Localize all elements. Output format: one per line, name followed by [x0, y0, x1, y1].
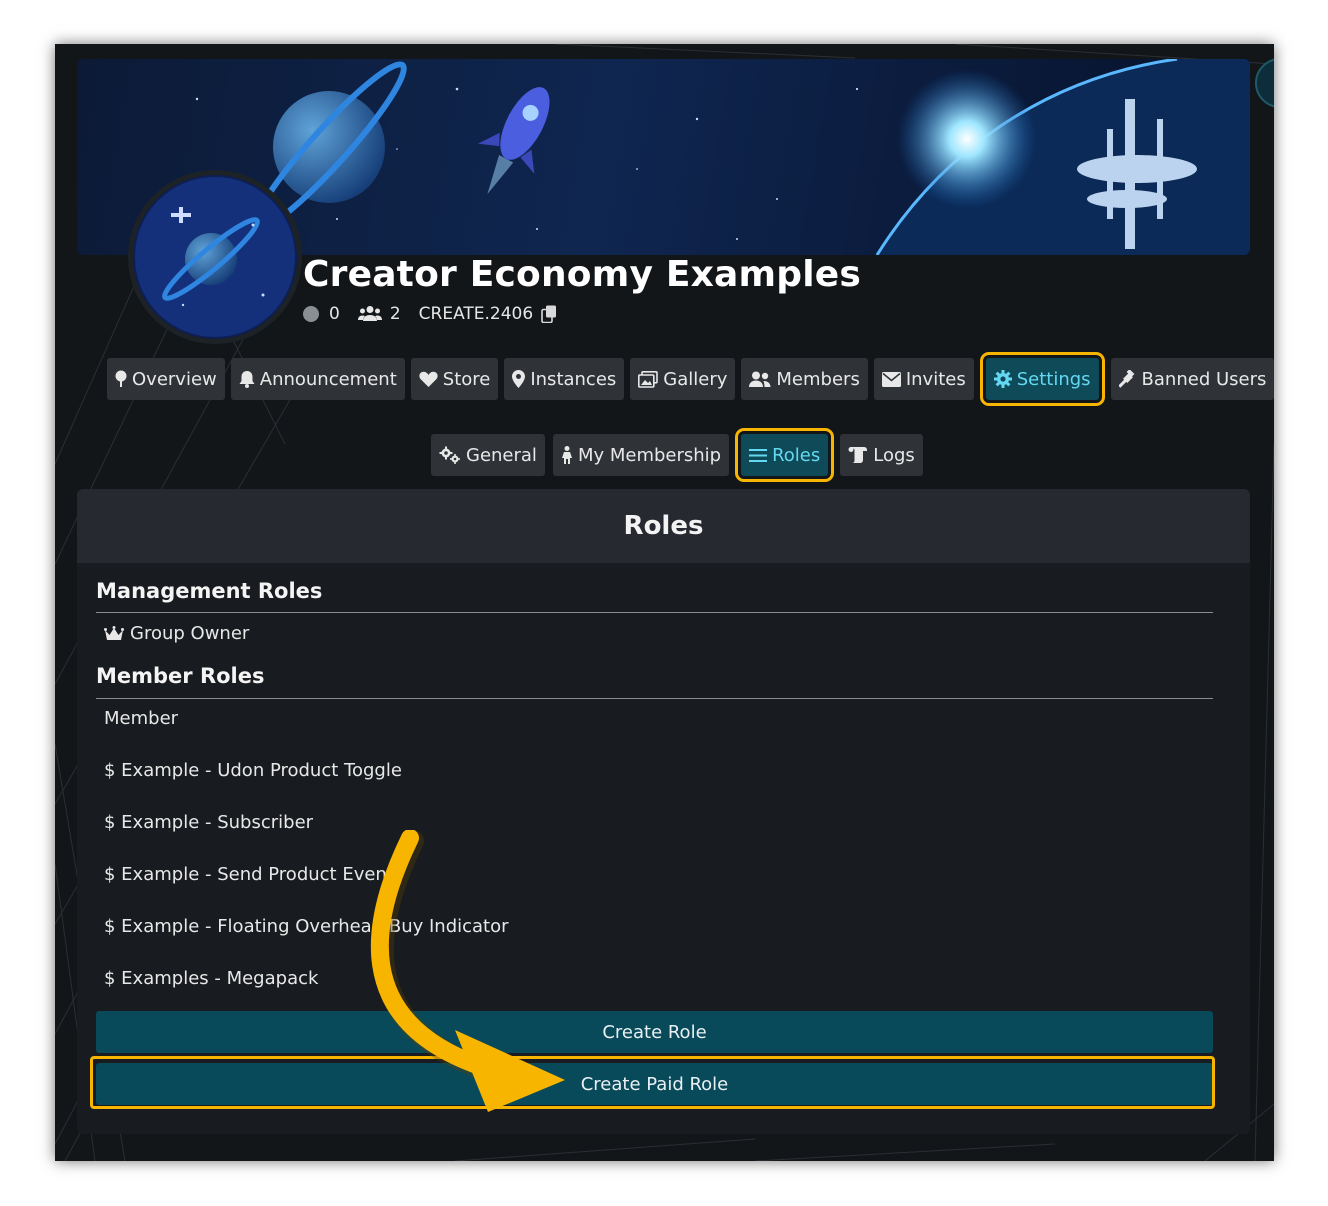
create-role-button[interactable]: Create Role — [96, 1011, 1213, 1053]
main-tabs: Overview Announcement Store Instances Ga… — [107, 352, 1274, 406]
crown-icon — [104, 625, 124, 642]
tab-invites[interactable]: Invites — [873, 358, 974, 400]
tab-banned-users[interactable]: Banned Users — [1110, 358, 1274, 400]
tab-announcement[interactable]: Announcement — [230, 358, 405, 400]
group-name: Creator Economy Examples — [303, 254, 862, 295]
tab-label: Settings — [1016, 368, 1091, 390]
tab-general[interactable]: General — [431, 434, 545, 476]
tab-label: Banned Users — [1141, 368, 1267, 390]
divider — [96, 698, 1213, 699]
group-code: CREATE.2406 — [418, 304, 534, 324]
create-paid-role-button[interactable]: Create Paid Role — [96, 1063, 1213, 1105]
role-item-group-owner[interactable]: Group Owner — [104, 623, 249, 644]
heart-icon — [419, 371, 438, 388]
tab-label: Logs — [873, 444, 915, 466]
tab-label: Instances — [530, 368, 617, 390]
role-item-udon-product-toggle[interactable]: $ Example - Udon Product Toggle — [104, 760, 402, 781]
settings-sub-tabs: General My Membership Roles Logs — [431, 428, 929, 482]
bell-icon — [239, 370, 255, 388]
person-icon — [561, 446, 573, 464]
tab-members[interactable]: Members — [741, 358, 868, 400]
tab-store[interactable]: Store — [410, 358, 499, 400]
online-status-icon — [303, 306, 319, 322]
role-label: Group Owner — [130, 623, 250, 644]
group-stats: 0 2 CREATE.2406 — [303, 304, 557, 324]
tab-label: Roles — [772, 444, 821, 466]
tab-overview[interactable]: Overview — [107, 358, 225, 400]
images-icon — [638, 370, 659, 388]
tab-label: Announcement — [259, 368, 397, 390]
envelope-icon — [881, 371, 901, 387]
annotation-arrow — [370, 830, 565, 1112]
tab-logs[interactable]: Logs — [840, 434, 923, 476]
tab-label: General — [466, 444, 537, 466]
tab-my-membership[interactable]: My Membership — [552, 434, 730, 476]
copy-icon[interactable] — [541, 305, 557, 323]
users-icon — [749, 371, 771, 388]
gavel-icon — [1118, 370, 1137, 388]
gears-icon — [439, 446, 461, 464]
group-page-window: Creator Economy Examples 0 2 CREATE.2406… — [55, 44, 1274, 1161]
tab-settings[interactable]: Settings — [979, 352, 1105, 406]
list-icon — [749, 448, 768, 463]
panel-title: Roles — [77, 489, 1250, 563]
tab-label: Invites — [905, 368, 966, 390]
role-item-send-product-event[interactable]: $ Example - Send Product Event — [104, 864, 394, 885]
location-icon — [512, 370, 526, 388]
gear-icon — [993, 370, 1012, 388]
tab-label: My Membership — [577, 444, 722, 466]
scroll-icon — [848, 447, 868, 463]
role-item-member[interactable]: Member — [104, 708, 178, 729]
role-item-subscriber[interactable]: $ Example - Subscriber — [104, 812, 313, 833]
member-count: 2 — [389, 304, 401, 324]
tab-gallery[interactable]: Gallery — [630, 358, 736, 400]
online-count: 0 — [329, 304, 340, 324]
tab-label: Gallery — [663, 368, 728, 390]
tab-label: Overview — [132, 368, 217, 390]
tab-label: Store — [442, 368, 491, 390]
users-icon — [357, 305, 382, 323]
management-roles-heading: Management Roles — [96, 579, 323, 603]
role-item-megapack[interactable]: $ Examples - Megapack — [104, 968, 318, 989]
member-roles-heading: Member Roles — [96, 664, 265, 688]
roles-panel: Roles Management Roles Group Owner Membe… — [77, 489, 1250, 1134]
divider — [96, 612, 1213, 613]
group-avatar — [128, 170, 302, 344]
tab-instances[interactable]: Instances — [504, 358, 625, 400]
map-pin-icon — [115, 370, 127, 388]
tab-label: Members — [776, 368, 860, 390]
tab-roles[interactable]: Roles — [735, 428, 835, 482]
